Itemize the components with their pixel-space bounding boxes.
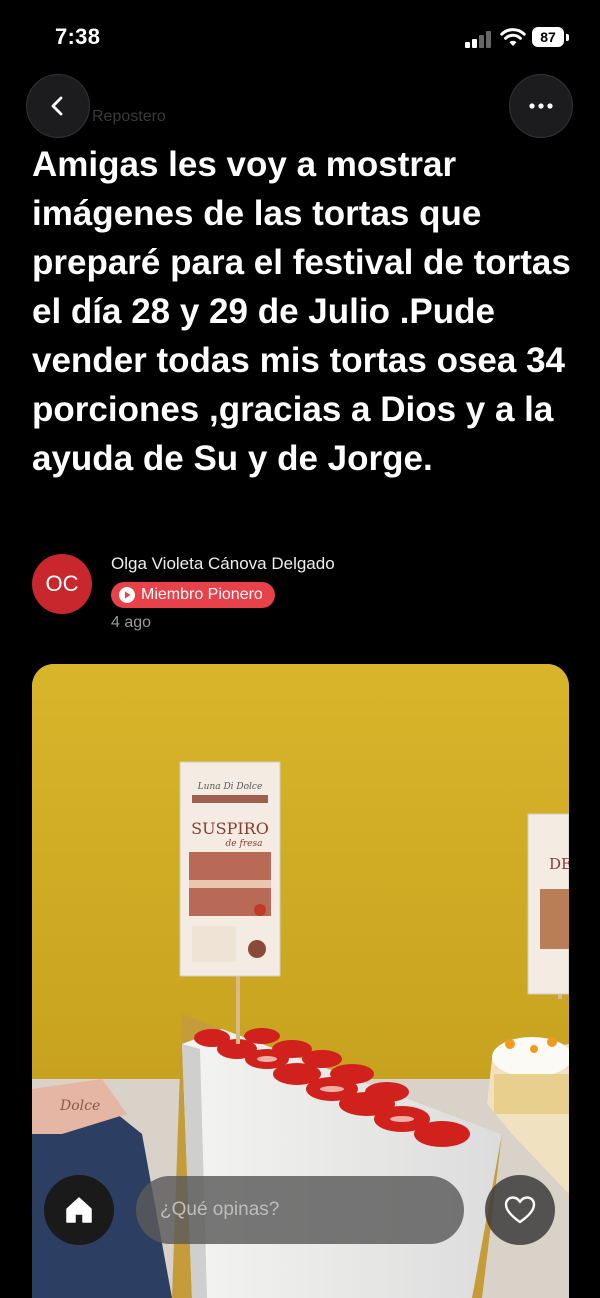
comment-input[interactable]: ¿Qué opinas?: [136, 1176, 464, 1244]
heart-icon: [504, 1196, 536, 1224]
author-info[interactable]: OC Olga Violeta Cánova Delgado Miembro P…: [32, 550, 572, 640]
right-sign-name: DE: [549, 855, 569, 873]
group-name: Repostero: [92, 108, 166, 125]
back-button[interactable]: [26, 74, 90, 138]
ellipsis-icon: [529, 103, 553, 109]
battery-level: 87: [532, 27, 564, 47]
battery-icon: 87: [532, 27, 570, 47]
comment-placeholder: ¿Qué opinas?: [160, 1199, 280, 1220]
badge-label: Miembro Pionero: [141, 586, 263, 603]
wifi-icon: [500, 26, 526, 48]
post-title: Amigas les voy a mostrar imágenes de las…: [32, 145, 571, 478]
home-icon: [66, 1197, 92, 1223]
paper-text: Dolce: [59, 1098, 100, 1114]
avatar[interactable]: OC: [32, 554, 92, 614]
member-badge: Miembro Pionero: [111, 582, 275, 608]
like-button[interactable]: [485, 1175, 555, 1245]
sign-cake-flavor: de fresa: [226, 839, 263, 849]
post-timestamp: 4 ago: [111, 614, 152, 631]
author-name[interactable]: Olga Violeta Cánova Delgado: [111, 554, 335, 574]
chevron-left-icon: [51, 96, 63, 116]
cellular-signal-icon: [465, 30, 493, 48]
sign-brand: Luna Di Dolce: [197, 782, 263, 792]
status-time: 7:38: [55, 24, 101, 49]
home-button[interactable]: [44, 1175, 114, 1245]
sign-cake-name: SUSPIRO: [191, 819, 269, 838]
play-icon: [119, 587, 135, 603]
more-options-button[interactable]: [509, 74, 573, 138]
status-bar: 7:38 87: [0, 0, 600, 76]
